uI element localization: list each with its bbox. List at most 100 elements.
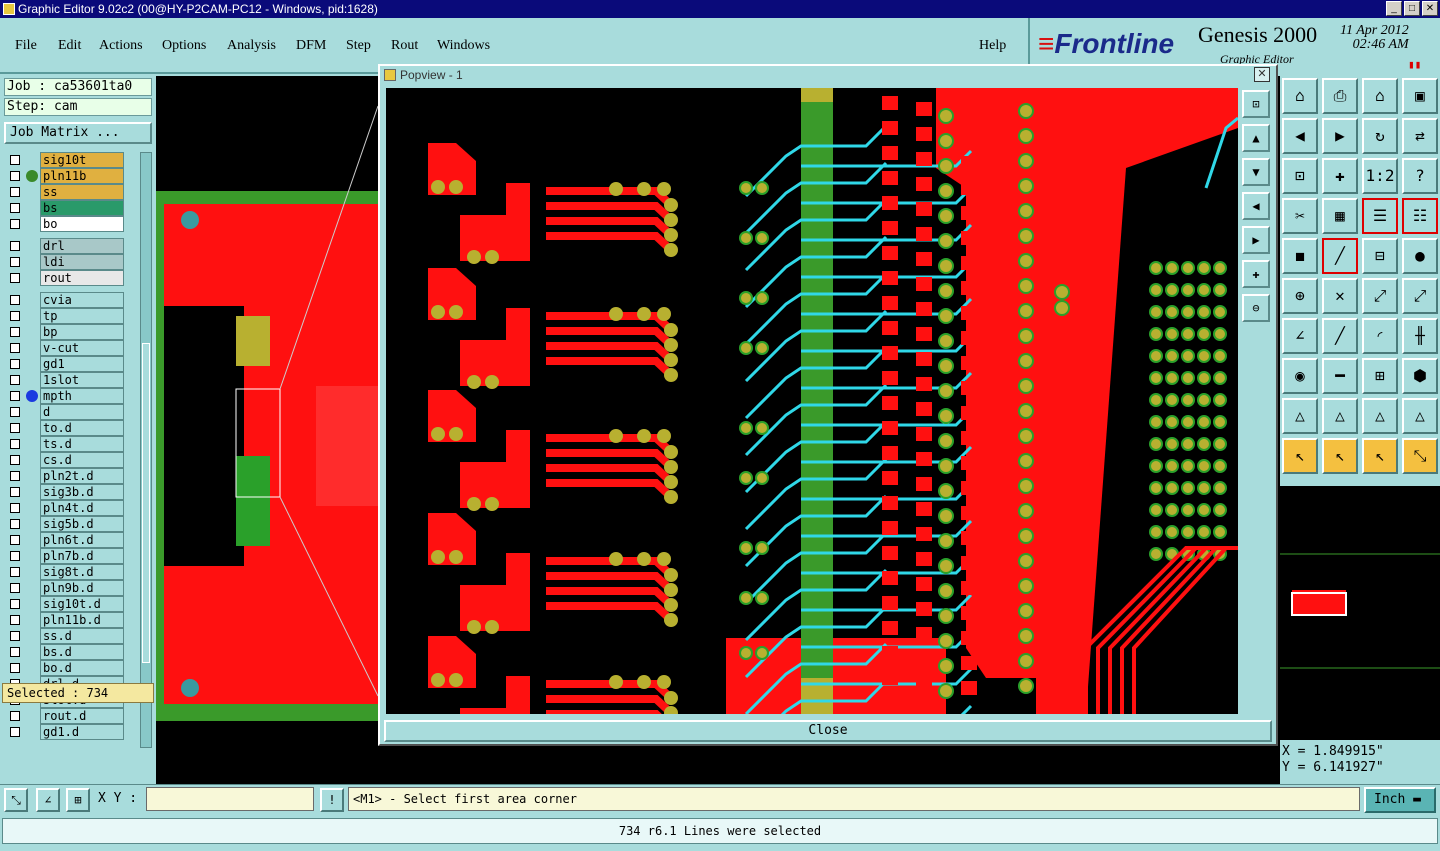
tools-icon[interactable]: ✂ [1282,198,1318,234]
layer-checkbox[interactable] [10,615,20,625]
center-icon[interactable]: ✚ [1322,158,1358,194]
layer-checkbox[interactable] [10,187,20,197]
pan-left-icon[interactable]: ◀ [1242,192,1270,220]
layer-name[interactable]: sig8t.d [40,564,124,580]
layer-name[interactable]: rout [40,270,124,286]
layer-name[interactable]: ldi [40,254,124,270]
tri4-icon[interactable]: △ [1402,398,1438,434]
layer-name[interactable]: sig10t [40,152,124,168]
layer-name[interactable]: bs [40,200,124,216]
tri3-icon[interactable]: △ [1362,398,1398,434]
home-icon[interactable]: ⌂ [1282,78,1318,114]
layer-name[interactable]: d [40,404,124,420]
layer-checkbox[interactable] [10,583,20,593]
menu-analysis[interactable]: Analysis [227,38,276,54]
print-icon[interactable]: ⎙ [1322,78,1358,114]
layer-row-pln2t.d[interactable]: pln2t.d [4,468,128,484]
popview-close-button[interactable]: Close [384,720,1272,742]
layer-row-1slot[interactable]: 1slot [4,372,128,388]
layer-name[interactable]: tp [40,308,124,324]
layer-row-gd1[interactable]: gd1 [4,356,128,372]
menu-actions[interactable]: Actions [99,38,143,54]
layer-checkbox[interactable] [10,343,20,353]
layer-checkbox[interactable] [10,631,20,641]
zoom-fit-icon[interactable]: ⊡ [1242,90,1270,118]
ruler-icon[interactable]: ⊟ [1362,238,1398,274]
layer-name[interactable]: sig5b.d [40,516,124,532]
tri-icon[interactable]: △ [1282,398,1318,434]
layer-name[interactable]: gd1.d [40,724,124,740]
layer-name[interactable]: pln9b.d [40,580,124,596]
menu-edit[interactable]: Edit [58,38,81,54]
layer-row-mpth[interactable]: mpth [4,388,128,404]
layer-checkbox[interactable] [10,567,20,577]
layer-row-v-cut[interactable]: v-cut [4,340,128,356]
popview-canvas[interactable] [386,88,1238,714]
layer-row-d[interactable]: d [4,404,128,420]
layer-row-bs.d[interactable]: bs.d [4,644,128,660]
layer-name[interactable]: ss.d [40,628,124,644]
layer-row-ss.d[interactable]: ss.d [4,628,128,644]
layer-scrollbar[interactable] [140,152,152,748]
layer-name[interactable]: pln11b.d [40,612,124,628]
layer-name[interactable]: drl [40,238,124,254]
pan-down-icon[interactable]: ▼ [1242,158,1270,186]
layer-name[interactable]: 1slot [40,372,124,388]
layer-checkbox[interactable] [10,171,20,181]
scale-icon[interactable]: 1:2 [1362,158,1398,194]
menu-rout[interactable]: Rout [391,38,418,54]
scroll-thumb[interactable] [142,343,150,663]
layer-checkbox[interactable] [10,311,20,321]
layer-checkbox[interactable] [10,535,20,545]
layer-row-gd1.d[interactable]: gd1.d [4,724,128,740]
menu-options[interactable]: Options [162,38,206,54]
layer-name[interactable]: pln7b.d [40,548,124,564]
layer-name[interactable]: pln6t.d [40,532,124,548]
layer-checkbox[interactable] [10,375,20,385]
layer-row-bo.d[interactable]: bo.d [4,660,128,676]
tri2-icon[interactable]: △ [1322,398,1358,434]
layer-checkbox[interactable] [10,327,20,337]
layer-name[interactable]: sig10t.d [40,596,124,612]
dash-icon[interactable]: ━ [1322,358,1358,394]
layer-name[interactable]: bo [40,216,124,232]
layer-name[interactable]: sig3b.d [40,484,124,500]
layer-row-bp[interactable]: bp [4,324,128,340]
layer-row-pln11b[interactable]: pln11b [4,168,128,184]
route-icon[interactable]: ⤢ [1402,278,1438,314]
menu-file[interactable]: File [15,38,37,54]
pan-up-icon[interactable]: ▲ [1242,124,1270,152]
box-icon[interactable]: ⊞ [1362,358,1398,394]
zoom-in-icon[interactable]: ✚ [1242,260,1270,288]
layer-checkbox[interactable] [10,391,20,401]
mirror-icon[interactable]: ⇄ [1402,118,1438,154]
pad-icon[interactable]: ◼ [1282,238,1318,274]
maximize-button[interactable]: □ [1404,1,1420,16]
zoom-out-icon[interactable]: ⊖ [1242,294,1270,322]
layer-checkbox[interactable] [10,647,20,657]
layer-checkbox[interactable] [10,727,20,737]
cross-icon[interactable]: ✕ [1322,278,1358,314]
layer-checkbox[interactable] [10,407,20,417]
layer-name[interactable]: pln2t.d [40,468,124,484]
pcb-zoom-view[interactable] [386,88,1238,714]
window-icon[interactable]: ▣ [1402,78,1438,114]
layer-row-bo[interactable]: bo [4,216,128,232]
layer-name[interactable]: bs.d [40,644,124,660]
back-icon[interactable]: ◀ [1282,118,1318,154]
unit-selector[interactable]: Inch ▬ [1364,787,1436,813]
job-matrix-button[interactable]: Job Matrix ... [4,122,152,144]
close-window-button[interactable]: ✕ [1422,1,1438,16]
shape-icon[interactable]: ⬢ [1402,358,1438,394]
connect-icon[interactable]: ⤢ [1362,278,1398,314]
xy-input[interactable] [146,787,314,811]
layer-checkbox[interactable] [10,423,20,433]
layer-row-pln6t.d[interactable]: pln6t.d [4,532,128,548]
rotate-icon[interactable]: ↻ [1362,118,1398,154]
slash-icon[interactable]: ╱ [1322,318,1358,354]
layer-checkbox[interactable] [10,273,20,283]
select2-icon[interactable]: ↖ [1322,438,1358,474]
menu-help[interactable]: Help [979,38,1006,54]
select-icon[interactable]: ↖ [1282,438,1318,474]
angle-icon[interactable]: ∠ [1282,318,1318,354]
